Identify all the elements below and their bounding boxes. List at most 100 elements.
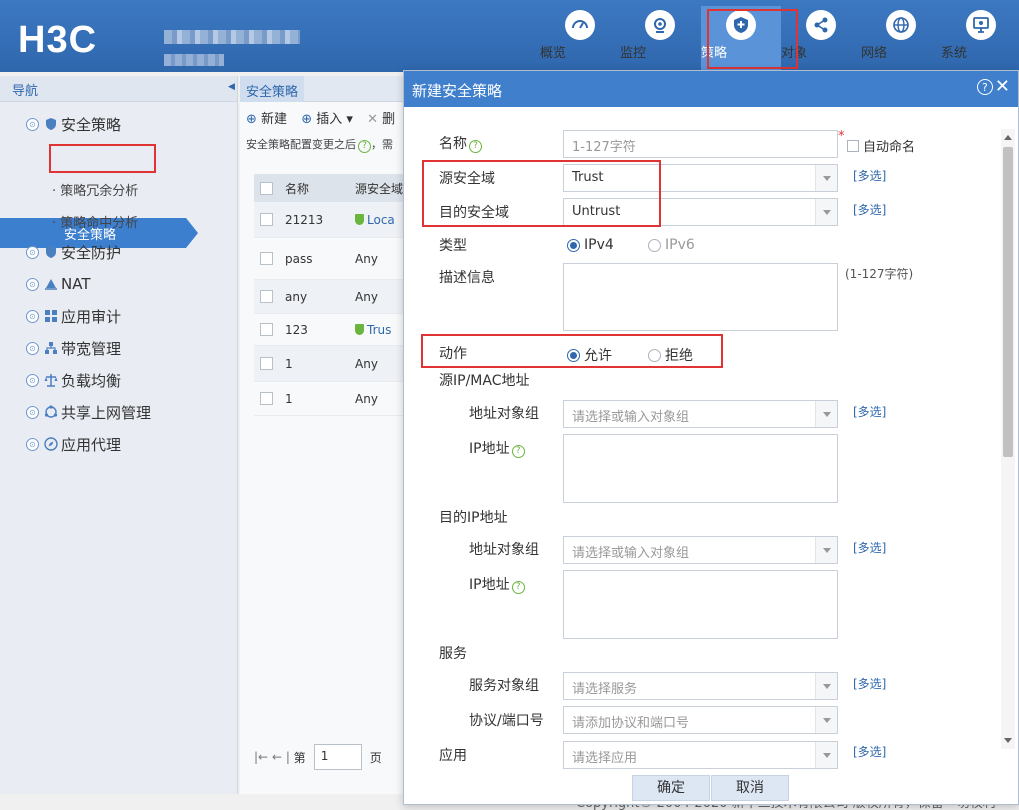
scroll-thumb[interactable] (1003, 147, 1013, 457)
sidebar-group-nat[interactable]: ⊙ NAT (26, 270, 90, 298)
row-checkbox[interactable] (260, 213, 273, 226)
sidebar-group-app-proxy[interactable]: ⊙ 应用代理 (26, 430, 121, 458)
sidebar-group-app-audit[interactable]: ⊙ 应用审计 (26, 302, 121, 330)
sidebar-item-redundancy-analysis[interactable]: · 策略冗余分析 (52, 175, 138, 203)
collapse-icon[interactable]: ⊙ (26, 117, 39, 131)
row-checkbox[interactable] (260, 357, 273, 370)
sidebar-item-label: · 策略命中分析 (52, 215, 139, 231)
select-all-checkbox[interactable] (260, 181, 273, 195)
chevron-down-icon[interactable] (815, 673, 837, 699)
chevron-down-icon[interactable] (815, 199, 837, 225)
expand-icon[interactable]: ⊙ (26, 341, 39, 355)
type-ipv4-radio[interactable]: IPv4 (567, 237, 614, 253)
radio-dot[interactable] (567, 238, 580, 252)
table-row[interactable]: 1 Any (254, 346, 410, 382)
src-zone-multi-link[interactable]: [多选] (853, 167, 886, 184)
dst-addr-multi-link[interactable]: [多选] (853, 539, 886, 556)
expand-icon[interactable]: ⊙ (26, 437, 39, 451)
dst-zone-value: Untrust (572, 204, 621, 219)
topnav-overview[interactable]: 概览 (540, 6, 620, 70)
first-page-icon[interactable]: |← (254, 750, 268, 764)
radio-dot[interactable] (648, 348, 661, 362)
auto-name-checkbox[interactable]: 自动命名 (847, 136, 915, 155)
page-number-input[interactable]: 1 (313, 744, 362, 770)
scroll-down-icon[interactable] (1004, 738, 1012, 743)
topnav-policy[interactable]: 策略 (701, 6, 781, 70)
new-button[interactable]: ⊕ 新建 (246, 112, 287, 127)
dst-zone-multi-link[interactable]: [多选] (853, 201, 886, 218)
sidebar-item-hit-analysis[interactable]: · 策略命中分析 (52, 207, 138, 235)
row-checkbox[interactable] (260, 323, 273, 336)
topnav-monitor[interactable]: 监控 (620, 6, 700, 70)
dst-ip-textarea[interactable] (563, 570, 838, 639)
column-header[interactable]: 名称 (285, 180, 355, 197)
help-icon[interactable]: ? (469, 139, 482, 153)
help-icon[interactable]: ? (358, 139, 371, 153)
sidebar-group-bandwidth[interactable]: ⊙ 带宽管理 (26, 334, 121, 362)
src-addr-multi-link[interactable]: [多选] (853, 403, 886, 420)
chevron-down-icon[interactable] (815, 165, 837, 191)
app-multi-link[interactable]: [多选] (853, 743, 886, 760)
ok-button[interactable]: 确定 (632, 775, 710, 801)
chevron-down-icon[interactable] (815, 401, 837, 427)
row-checkbox[interactable] (260, 290, 273, 303)
row-checkbox[interactable] (260, 392, 273, 405)
close-icon[interactable]: ✕ (995, 78, 1010, 96)
tab-security-policy[interactable]: 安全策略 (240, 76, 305, 102)
sidebar-group-label: 共享上网管理 (61, 403, 152, 422)
name-input[interactable]: 1-127字符 (563, 130, 838, 158)
app-label: 应用 (439, 748, 467, 764)
cancel-button[interactable]: 取消 (711, 775, 789, 801)
type-ipv6-radio[interactable]: IPv6 (648, 237, 695, 253)
dst-addr-group-select[interactable]: 请选择或输入对象组 (563, 536, 838, 564)
port-select[interactable]: 请添加协议和端口号 (563, 706, 838, 734)
dst-zone-select[interactable]: Untrust (563, 198, 838, 226)
sidebar-collapse-icon[interactable]: ◀ (228, 82, 238, 96)
table-row[interactable]: 1 Any (254, 382, 410, 416)
computer-icon (966, 10, 996, 40)
app-select[interactable]: 请选择应用 (563, 741, 838, 769)
table-row[interactable]: 21213 Loca (254, 202, 410, 238)
service-multi-link[interactable]: [多选] (853, 675, 886, 692)
prev-page-icon[interactable]: ← (272, 750, 282, 764)
sidebar-group-security-protection[interactable]: ⊙ 安全防护 (26, 238, 121, 266)
help-icon[interactable]: ? (511, 444, 525, 458)
dialog-scrollbar[interactable] (1001, 129, 1015, 749)
org-tree-icon (44, 341, 58, 355)
chevron-down-icon[interactable] (815, 742, 837, 768)
service-group-select[interactable]: 请选择服务 (563, 672, 838, 700)
column-header[interactable]: 源安全域 (355, 180, 405, 197)
radio-dot[interactable] (567, 348, 580, 362)
table-row[interactable]: pass Any (254, 238, 410, 280)
table-row[interactable]: any Any (254, 280, 410, 314)
chevron-down-icon[interactable] (815, 707, 837, 733)
action-deny-radio[interactable]: 拒绝 (648, 345, 693, 365)
insert-button[interactable]: ⊕ 插入 ▾ (301, 112, 353, 127)
desc-textarea[interactable] (563, 263, 838, 331)
topnav-system[interactable]: 系统 (941, 6, 1019, 70)
action-permit-radio[interactable]: 允许 (567, 345, 612, 365)
src-ip-textarea[interactable] (563, 434, 838, 503)
cell-name: 123 (285, 322, 308, 337)
topnav-object[interactable]: 对象 (781, 6, 861, 70)
sidebar-group-shared-internet[interactable]: ⊙ 共享上网管理 (26, 398, 151, 426)
src-zone-select[interactable]: Trust (563, 164, 838, 192)
checkbox-box[interactable] (847, 139, 859, 152)
topnav-network[interactable]: 网络 (861, 6, 941, 70)
expand-icon[interactable]: ⊙ (26, 405, 39, 419)
sidebar-group-load-balance[interactable]: ⊙ 负载均衡 (26, 366, 121, 394)
expand-icon[interactable]: ⊙ (26, 245, 39, 259)
delete-button[interactable]: ✕ 删 (367, 112, 395, 127)
expand-icon[interactable]: ⊙ (26, 373, 39, 387)
expand-icon[interactable]: ⊙ (26, 309, 39, 323)
scroll-up-icon[interactable] (1004, 135, 1012, 140)
help-icon[interactable]: ? (976, 79, 993, 95)
help-icon[interactable]: ? (511, 580, 525, 594)
expand-icon[interactable]: ⊙ (26, 277, 39, 291)
sidebar-group-security-policy[interactable]: ⊙ 安全策略 (26, 110, 121, 138)
chevron-down-icon[interactable] (815, 537, 837, 563)
table-row[interactable]: 123 Trus (254, 314, 410, 346)
radio-dot[interactable] (648, 238, 661, 252)
src-addr-group-select[interactable]: 请选择或输入对象组 (563, 400, 838, 428)
row-checkbox[interactable] (260, 252, 273, 265)
